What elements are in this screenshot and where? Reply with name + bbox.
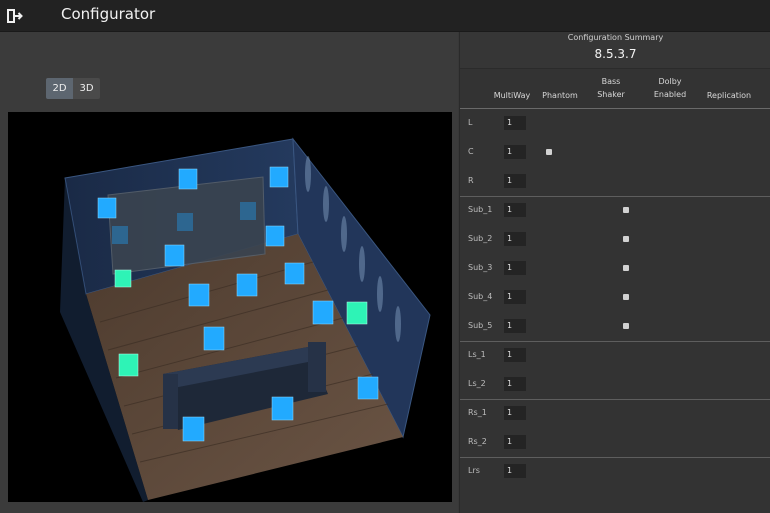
speaker-cube bbox=[271, 396, 294, 421]
row-label: Sub_1 bbox=[468, 205, 493, 214]
app-title: Configurator bbox=[61, 5, 156, 23]
config-summary-panel: Configuration Summary 8.5.3.7 MultiWay P… bbox=[459, 32, 770, 513]
row-label: Sub_3 bbox=[468, 263, 493, 272]
group-divider bbox=[460, 399, 770, 400]
speaker-cube bbox=[97, 197, 117, 219]
col-replication: Replication bbox=[706, 91, 752, 100]
multiway-input[interactable]: 1 bbox=[504, 145, 526, 159]
speaker-cube bbox=[284, 262, 305, 285]
row-label: R bbox=[468, 176, 474, 185]
bass-shaker-checkbox[interactable] bbox=[623, 294, 629, 300]
row-label: Sub_5 bbox=[468, 321, 493, 330]
group-divider bbox=[460, 196, 770, 197]
speaker-cube bbox=[203, 326, 225, 351]
multiway-input[interactable]: 1 bbox=[504, 290, 526, 304]
summary-header: Configuration Summary 8.5.3.7 bbox=[460, 32, 770, 69]
app-header: Configurator bbox=[0, 0, 770, 32]
speaker-cube bbox=[178, 168, 198, 190]
phantom-checkbox[interactable] bbox=[546, 149, 552, 155]
col-multiway: MultiWay bbox=[493, 91, 531, 100]
speaker-cube bbox=[357, 376, 379, 400]
multiway-input[interactable]: 1 bbox=[504, 464, 526, 478]
room-scene bbox=[60, 137, 431, 502]
col-dolby-enabled: Dolby Enabled bbox=[653, 77, 687, 99]
exit-icon[interactable] bbox=[6, 8, 24, 24]
group-divider bbox=[460, 457, 770, 458]
speaker-cube bbox=[346, 301, 368, 325]
room-3d-viewport[interactable] bbox=[8, 112, 452, 502]
row-label: C bbox=[468, 147, 474, 156]
multiway-input[interactable]: 1 bbox=[504, 377, 526, 391]
view-3d-button[interactable]: 3D bbox=[73, 78, 100, 99]
bass-shaker-checkbox[interactable] bbox=[623, 207, 629, 213]
row-label: L bbox=[468, 118, 473, 127]
row-label: Ls_1 bbox=[468, 350, 486, 359]
multiway-input[interactable]: 1 bbox=[504, 174, 526, 188]
multiway-input[interactable]: 1 bbox=[504, 319, 526, 333]
multiway-input[interactable]: 1 bbox=[504, 406, 526, 420]
speaker-cube bbox=[164, 244, 185, 267]
speaker-cube bbox=[182, 416, 205, 442]
view-toggle: 2D 3D bbox=[46, 78, 100, 99]
col-phantom: Phantom bbox=[542, 91, 578, 100]
speaker-cube bbox=[240, 202, 256, 220]
speaker-cube bbox=[265, 225, 285, 247]
row-label: Rs_2 bbox=[468, 437, 487, 446]
bass-shaker-checkbox[interactable] bbox=[623, 236, 629, 242]
summary-version: 8.5.3.7 bbox=[594, 47, 637, 61]
bass-shaker-checkbox[interactable] bbox=[623, 265, 629, 271]
row-label: Rs_1 bbox=[468, 408, 487, 417]
multiway-input[interactable]: 1 bbox=[504, 261, 526, 275]
multiway-input[interactable]: 1 bbox=[504, 348, 526, 362]
bass-shaker-checkbox[interactable] bbox=[623, 323, 629, 329]
row-label: Sub_4 bbox=[468, 292, 493, 301]
multiway-input[interactable]: 1 bbox=[504, 232, 526, 246]
multiway-input[interactable]: 1 bbox=[504, 203, 526, 217]
multiway-input[interactable]: 1 bbox=[504, 116, 526, 130]
multiway-input[interactable]: 1 bbox=[504, 435, 526, 449]
col-bass-shaker: Bass Shaker bbox=[597, 77, 625, 99]
row-label: Ls_2 bbox=[468, 379, 486, 388]
speaker-cube bbox=[269, 166, 289, 188]
speaker-cube bbox=[236, 273, 258, 297]
row-label: Sub_2 bbox=[468, 234, 493, 243]
view-2d-button[interactable]: 2D bbox=[46, 78, 73, 99]
speaker-cube bbox=[112, 226, 128, 244]
summary-label: Configuration Summary bbox=[567, 33, 664, 42]
header-divider bbox=[460, 108, 770, 109]
speaker-cube bbox=[114, 269, 132, 288]
row-label: Lrs bbox=[468, 466, 480, 475]
speaker-cube bbox=[312, 300, 334, 325]
speaker-cube bbox=[188, 283, 210, 307]
speaker-cube bbox=[177, 213, 193, 231]
speaker-cube bbox=[118, 353, 139, 377]
group-divider bbox=[460, 341, 770, 342]
